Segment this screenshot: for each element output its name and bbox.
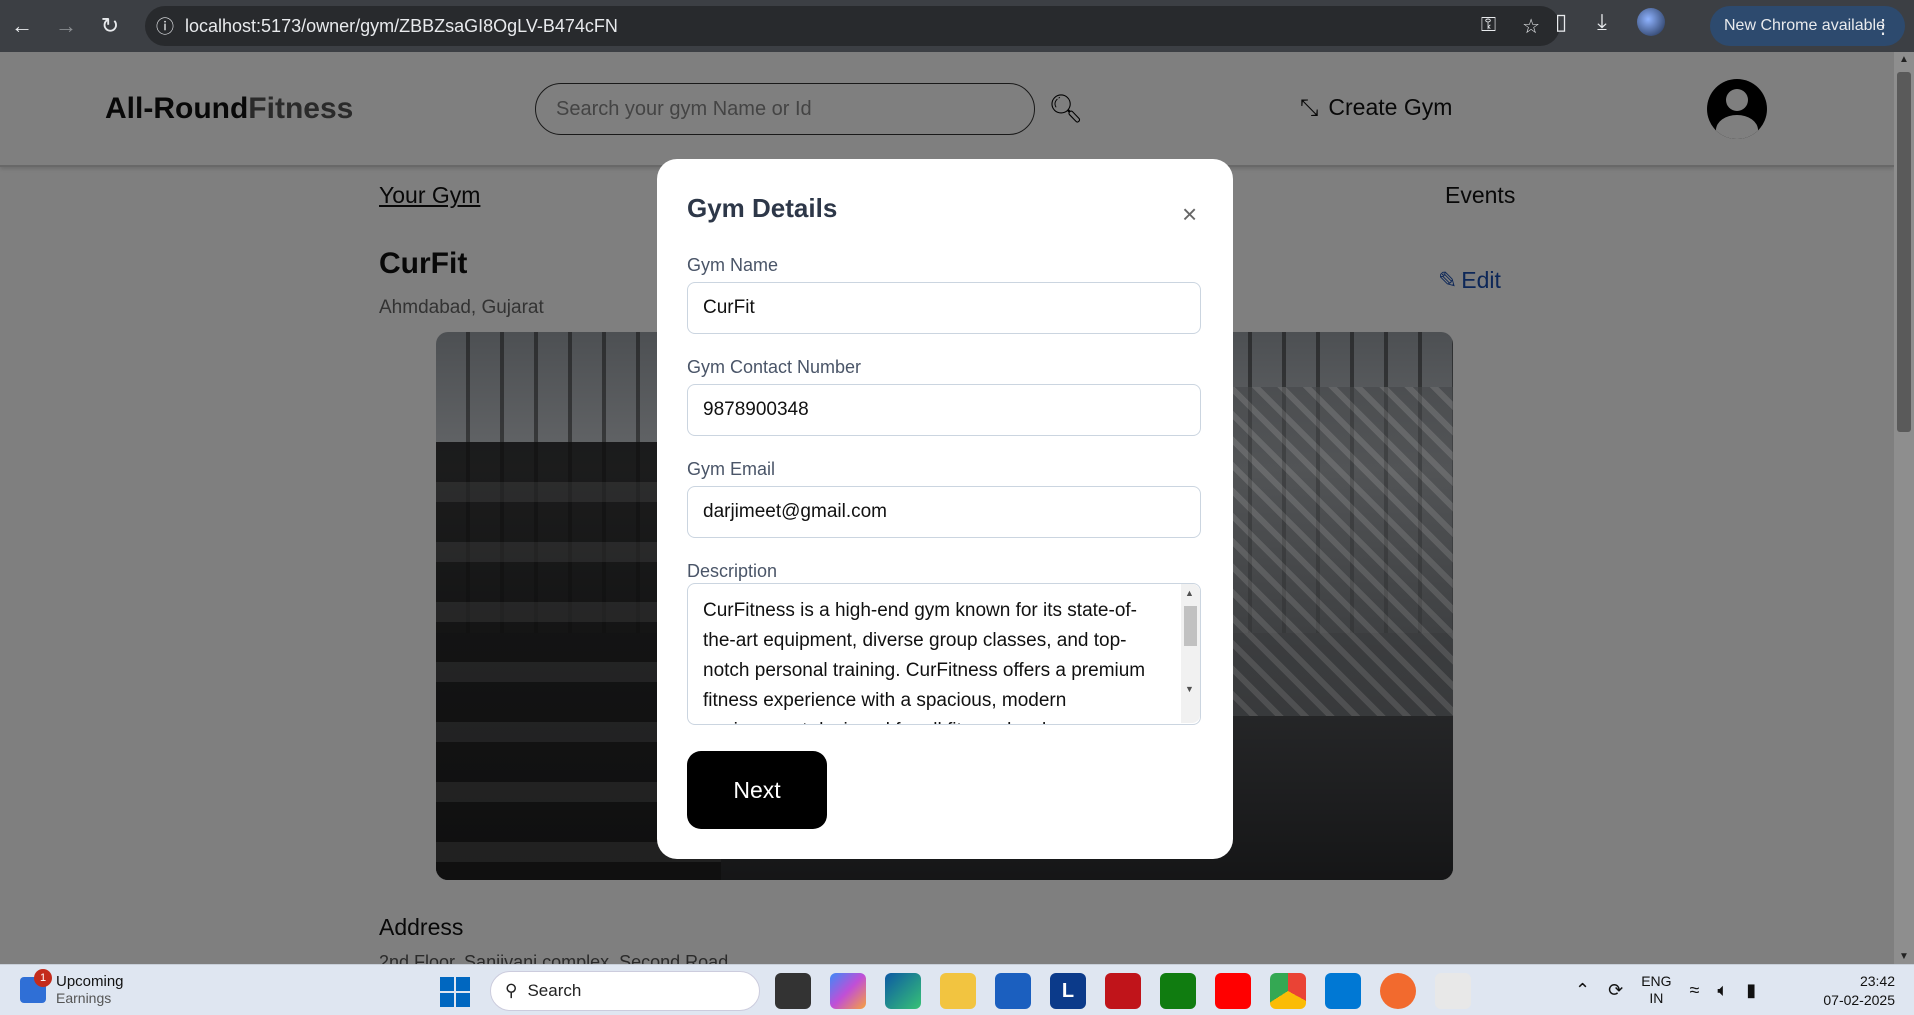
download-icon[interactable]: ⤓ <box>1597 9 1607 35</box>
url-text[interactable]: localhost:5173/owner/gym/ZBBZsaGI8OgLV-B… <box>185 16 618 37</box>
clock-date: 07-02-2025 <box>1823 992 1895 1008</box>
volume-icon[interactable]: 🔈︎ <box>1717 980 1728 1001</box>
lang-top: ENG <box>1641 973 1672 989</box>
mcafee-icon[interactable] <box>1105 973 1141 1009</box>
battery-icon[interactable]: ▮ <box>1746 980 1756 1001</box>
widgets-button[interactable]: 1 Upcoming Earnings <box>20 968 124 1006</box>
system-clock[interactable]: 23:42 07-02-2025 <box>1810 972 1895 1010</box>
close-icon[interactable]: × <box>1182 199 1197 230</box>
scroll-up-icon[interactable]: ▲ <box>1899 54 1909 65</box>
scroll-down-icon[interactable]: ▼ <box>1185 684 1194 694</box>
scroll-up-icon[interactable]: ▲ <box>1185 588 1194 598</box>
search-icon: ⚲ <box>505 981 518 1000</box>
gym-name-field[interactable]: CurFit <box>687 282 1201 334</box>
widget-title: Upcoming <box>56 973 124 990</box>
stock-chart-icon: 1 <box>20 968 52 1003</box>
email-field[interactable]: darjimeet@gmail.com <box>687 486 1201 538</box>
sync-icon[interactable]: ⟳ <box>1608 980 1623 1001</box>
vscode-icon[interactable] <box>1325 973 1361 1009</box>
chrome-icon[interactable] <box>1270 973 1306 1009</box>
app-l-icon[interactable]: L <box>1050 973 1086 1009</box>
reload-icon[interactable]: ↻ <box>88 4 132 48</box>
page-scrollbar[interactable]: ▲ ▼ <box>1894 52 1914 964</box>
chrome-update-button[interactable]: New Chrome available ⋮ <box>1710 6 1905 46</box>
more-menu-icon[interactable]: ⋮ <box>1873 14 1893 39</box>
contact-label: Gym Contact Number <box>687 357 862 377</box>
taskbar-search-label: Search <box>527 981 582 1000</box>
back-icon[interactable]: ← <box>0 4 44 48</box>
taskbar-search[interactable]: ⚲ Search <box>490 971 760 1011</box>
xbox-icon[interactable] <box>1160 973 1196 1009</box>
file-explorer-icon[interactable] <box>940 973 976 1009</box>
gym-details-modal: Gym Details × Gym Name CurFit Gym Contac… <box>657 159 1233 859</box>
email-label: Gym Email <box>687 459 776 479</box>
profile-avatar[interactable] <box>1636 8 1665 36</box>
extensions-icon[interactable]: ▯ <box>1555 9 1567 35</box>
description-scrollbar[interactable]: ▲ ▼ <box>1181 584 1200 723</box>
description-label: Description <box>687 561 778 581</box>
contact-field[interactable]: 9878900348 <box>687 384 1201 436</box>
store-icon[interactable] <box>995 973 1031 1009</box>
scroll-down-icon[interactable]: ▼ <box>1899 951 1909 962</box>
edge-icon[interactable] <box>885 973 921 1009</box>
browser-toolbar: ← → ↻ ⓘ localhost:5173/owner/gym/ZBBZsaG… <box>0 0 1914 52</box>
windows-start-icon[interactable] <box>440 977 470 1007</box>
next-button[interactable]: Next <box>687 751 827 829</box>
clock-time: 23:42 <box>1859 973 1895 989</box>
description-field[interactable]: CurFitness is a high-end gym known for i… <box>687 583 1201 725</box>
page-content: All-RoundFitness Search your gym Name or… <box>0 52 1894 964</box>
gym-name-label: Gym Name <box>687 255 779 275</box>
address-bar[interactable]: ⓘ localhost:5173/owner/gym/ZBBZsaGI8OgLV… <box>145 6 1560 46</box>
task-view-icon[interactable] <box>775 973 811 1009</box>
notification-badge: 1 <box>34 968 52 987</box>
postman-icon[interactable] <box>1380 973 1416 1009</box>
widget-subtitle: Earnings <box>56 990 112 1006</box>
password-key-icon[interactable]: ⚿ <box>1481 14 1496 39</box>
youtube-icon[interactable] <box>1215 973 1251 1009</box>
chrome-update-label: New Chrome available <box>1724 17 1885 34</box>
wifi-icon[interactable]: ≈ <box>1690 980 1700 1001</box>
lang-bottom: IN <box>1649 990 1664 1006</box>
copilot-icon[interactable] <box>830 973 866 1009</box>
site-info-icon[interactable]: ⓘ <box>145 13 185 39</box>
chevron-up-icon[interactable]: ⌃ <box>1575 980 1590 1001</box>
taskbar: 1 Upcoming Earnings ⚲ Search L ⌃ ⟳ ENG I… <box>0 964 1914 1015</box>
modal-title: Gym Details <box>687 193 838 223</box>
forward-icon[interactable]: → <box>44 4 88 48</box>
snipping-tool-icon[interactable] <box>1435 973 1471 1009</box>
language-indicator[interactable]: ENG IN <box>1641 973 1671 1007</box>
bookmark-star-icon[interactable]: ☆ <box>1522 14 1540 39</box>
